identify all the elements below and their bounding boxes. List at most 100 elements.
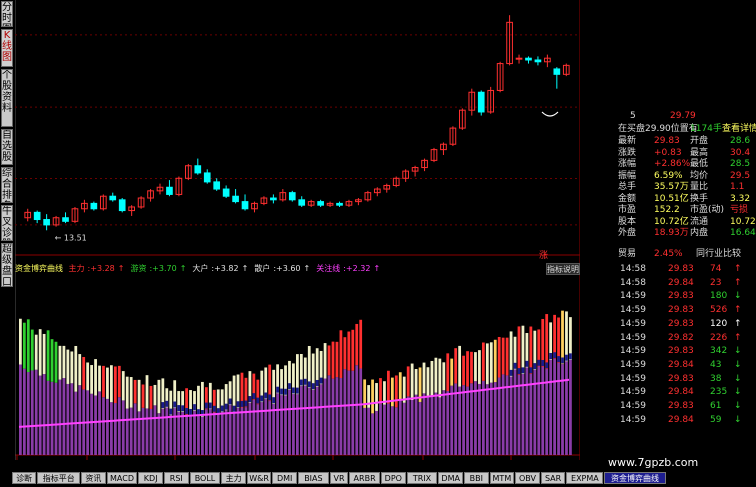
bottom-tab-2[interactable]: 资讯 (81, 472, 106, 484)
trade-time: 14:59 (620, 318, 646, 329)
bottom-tab-19[interactable]: SAR (540, 472, 566, 484)
side-tab-0[interactable]: 分时图 (1, 1, 13, 27)
side-tab-2[interactable]: 个股资料 (1, 69, 13, 127)
trade-time: 14:59 (620, 346, 646, 357)
bottom-tab-15[interactable]: DMA (438, 472, 463, 484)
indicator-value-1: 游资:+3.70 ↑ (130, 264, 189, 273)
indicator-value-3: 散户:+3.60 ↑ (254, 264, 313, 273)
limit-up-badge: 涨 (539, 250, 548, 261)
candle (156, 183, 164, 195)
date-axis-label: 12 (88, 459, 98, 460)
indicator-bar (466, 351, 469, 455)
indicator-bar (74, 345, 78, 455)
bottom-tab-11[interactable]: VR (329, 472, 349, 484)
indicator-bar (296, 354, 299, 455)
bottom-tab-20[interactable]: EXPMA (566, 472, 604, 484)
candle (562, 63, 570, 77)
bottom-tab-7[interactable]: 主力 (221, 472, 246, 484)
quote-label-right: 市盈(动) (690, 205, 725, 215)
trade-price: 29.83 (668, 305, 694, 316)
indicator-bar (58, 345, 62, 455)
indicator-bar (545, 314, 549, 455)
bottom-tab-13[interactable]: DPO (381, 472, 406, 484)
trade-volume: 342 (710, 346, 728, 357)
bottom-tab-0[interactable]: 诊断 (12, 472, 37, 484)
trade-volume: 74 (710, 264, 722, 274)
bottom-tab-14[interactable]: TRIX (406, 472, 438, 484)
bottom-tab-1[interactable]: 指标平台 (37, 472, 81, 484)
trade-volume: 38 (710, 373, 722, 384)
quote-panel: 5 29.79 在买盘29.90位置有 1174手 查看详情 最新 29.83 开盘 28.6 涨… (618, 107, 756, 487)
candle (137, 196, 145, 209)
low-price-label: ← 13.51 (55, 233, 87, 242)
bottom-tab-21[interactable]: 资金博弈曲线 (604, 472, 666, 484)
indicator-bar (82, 357, 86, 455)
bottom-tab-6[interactable]: BOLL (189, 472, 221, 484)
bottom-tab-17[interactable]: MTM (489, 472, 515, 484)
candle (62, 212, 69, 224)
indicator-bar (90, 365, 93, 455)
trade-volume: 23 (710, 277, 722, 288)
indicator-bar (86, 362, 90, 455)
indicator-help-button[interactable]: 指标说明 (546, 263, 580, 275)
quote-label-right: 均价 (690, 170, 709, 181)
bottom-tab-10[interactable]: BIAS (298, 472, 329, 484)
bottom-tab-4[interactable]: KDJ (138, 472, 163, 484)
indicator-tab-bar: 诊断 指标平台 资讯 MACD KDJ RSI BOLL 主力 W&R DMI BIAS VR ARBR… (0, 471, 666, 487)
side-tab-6[interactable]: 超级盘口 (1, 243, 13, 287)
quote-value: 10.51亿 (654, 193, 689, 204)
quote-value: +2.86% (654, 159, 691, 169)
indicator-bar (489, 342, 493, 455)
indicator-bar (501, 337, 505, 455)
candle (553, 67, 561, 89)
indicator-bar (102, 365, 105, 455)
quote-row: 涨幅 +2.86% 最低 28.5 (618, 159, 756, 170)
trade-time: 14:59 (620, 359, 646, 370)
indicator-bar (497, 336, 501, 455)
trade-time: 14:59 (620, 414, 646, 425)
bottom-tab-8[interactable]: W&R (246, 472, 272, 484)
kline-chart[interactable]: 20.4716.49← 13.51涨5.374.503.602.701.800.… (15, 0, 580, 460)
date-axis-label: 02 (256, 459, 266, 460)
indicator-bar (422, 362, 426, 455)
bottom-tab-16[interactable]: BBI (464, 472, 489, 484)
indicator-bar (248, 371, 252, 455)
bottom-tab-9[interactable]: DMI (272, 472, 297, 484)
indicator-bar (434, 357, 438, 455)
up-arrow-icon: ↑ (734, 318, 742, 329)
candle (364, 190, 372, 202)
trade-time: 14:59 (620, 373, 646, 384)
quote-value-right: 亏损 (730, 205, 749, 215)
indicator-value-number: :+3.70 (149, 264, 177, 273)
candle (288, 190, 296, 202)
bottom-tab-5[interactable]: RSI (164, 472, 189, 484)
up-arrow-icon: ↑ (179, 264, 187, 273)
side-tab-5[interactable]: 牛叉诊股 (1, 205, 13, 241)
bottom-tab-3[interactable]: MACD (106, 472, 138, 484)
quote-value-right: 3.32 (730, 193, 751, 204)
down-arrow-icon: ↓ (734, 359, 742, 370)
indicator-bar (272, 369, 276, 455)
candle (147, 189, 154, 202)
peak-marker-icon (541, 111, 559, 117)
bottom-tab-18[interactable]: OBV (515, 472, 540, 484)
indicator-bar (50, 339, 54, 455)
quote-label-right: 量比 (690, 182, 709, 192)
indicator-bar (26, 319, 30, 455)
side-tab-3[interactable]: 自选股 (1, 129, 13, 165)
quote-value-right: 28.5 (730, 159, 751, 169)
buy-order-link[interactable]: 查看详情 (722, 124, 756, 135)
industry-row: 贸易 2.45% 同行业比较 (618, 249, 756, 260)
indicator-bar (177, 391, 181, 455)
bottom-tab-12[interactable]: ARBR (349, 472, 380, 484)
indicator-bar (553, 314, 556, 455)
industry-compare-link[interactable]: 同行业比较 (696, 249, 741, 260)
indicator-bar (561, 310, 564, 455)
candle (326, 201, 334, 207)
side-tab-1[interactable]: K线图 (1, 29, 13, 67)
indicator-bar (62, 345, 66, 455)
industry-change: 2.45% (654, 249, 683, 259)
side-tab-4[interactable]: 综合排名 (1, 167, 13, 203)
indicator-bar (288, 360, 291, 455)
trade-row: 14:59 29.84 235 ↓ (618, 387, 756, 398)
